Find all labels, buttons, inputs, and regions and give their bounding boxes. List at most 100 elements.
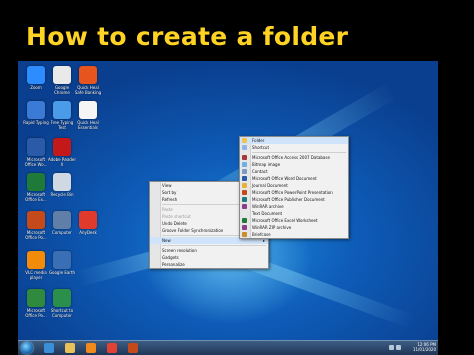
adobe-reader-x-icon xyxy=(53,138,71,156)
google-chrome-icon xyxy=(53,66,71,84)
new-item-journal-document[interactable]: Journal Document xyxy=(240,182,348,189)
free-typing-test-icon xyxy=(53,101,71,119)
menu-item-label: Contact xyxy=(252,169,268,174)
taskbar-powerpoint-icon[interactable] xyxy=(128,343,138,353)
menu-item-label: Gadgets xyxy=(162,255,179,260)
start-button[interactable] xyxy=(21,342,33,354)
menu-item-label: Microsoft Office Access 2007 Database xyxy=(252,155,330,160)
taskbar: 12:06 PM 11/01/2020 xyxy=(18,340,438,355)
new-item-folder[interactable]: Folder xyxy=(240,137,348,144)
shortcut-to-computer-icon xyxy=(53,289,71,307)
taskbar-file-explorer-icon[interactable] xyxy=(65,343,75,353)
menu-item-label: Personalize xyxy=(162,262,185,267)
desktop-icon-recycle-bin[interactable]: Recycle Bin xyxy=(47,173,77,197)
winrar-archive-icon xyxy=(242,204,247,209)
briefcase-icon xyxy=(242,232,247,237)
microsoft-office-powerpoint-presentation-icon xyxy=(242,190,247,195)
desktop-icon-google-earth[interactable]: Google Earth xyxy=(47,251,77,275)
text-document-icon xyxy=(242,211,247,216)
new-item-contact[interactable]: Contact xyxy=(240,168,348,175)
new-item-microsoft-office-access-2007-database[interactable]: Microsoft Office Access 2007 Database xyxy=(240,154,348,161)
windows-desktop[interactable]: Zoom Google Chrome Quick Heal Safe Banking… xyxy=(18,61,438,355)
new-item-shortcut[interactable]: Shortcut xyxy=(240,144,348,151)
winrar-zip-archive-icon xyxy=(242,225,247,230)
contact-icon xyxy=(242,169,247,174)
google-earth-icon xyxy=(53,251,71,269)
desktop-icon-quick-heal-safe-banking[interactable]: Quick Heal Safe Banking xyxy=(73,66,103,95)
menu-item-label: Refresh xyxy=(162,197,178,202)
rapid-typing-icon xyxy=(27,101,45,119)
menu-item-label: Undo Delete xyxy=(162,221,187,226)
microsoft-office-wo-icon xyxy=(27,138,45,156)
menu-item-label: Paste xyxy=(162,207,173,212)
menu-item-label: Text Document xyxy=(252,211,283,216)
menu-item-label: Sort by xyxy=(162,190,177,195)
microsoft-office-access-2007-database-icon xyxy=(242,155,247,160)
menu-item-label: Folder xyxy=(252,138,265,143)
menu-item-label: View xyxy=(162,183,172,188)
new-item-microsoft-office-excel-worksheet[interactable]: Microsoft Office Excel Worksheet xyxy=(240,217,348,224)
taskbar-internet-explorer-icon[interactable] xyxy=(44,343,54,353)
microsoft-office-po-icon xyxy=(27,289,45,307)
clock[interactable]: 12:06 PM 11/01/2020 xyxy=(413,342,436,352)
journal-document-icon xyxy=(242,183,247,188)
menu-item-screen-resolution[interactable]: Screen resolution xyxy=(150,247,268,254)
quick-heal-essentials-icon xyxy=(79,101,97,119)
anydesk-icon xyxy=(79,211,97,229)
new-item-bitmap-image[interactable]: Bitmap image xyxy=(240,161,348,168)
computer-icon xyxy=(53,211,71,229)
recycle-bin-icon xyxy=(53,173,71,191)
microsoft-office-excel-worksheet-icon xyxy=(242,218,247,223)
quick-heal-safe-banking-icon xyxy=(79,66,97,84)
microsoft-office-word-document-icon xyxy=(242,176,247,181)
desktop-icon-anydesk[interactable]: AnyDesk xyxy=(73,211,103,235)
menu-item-label: WinRAR archive xyxy=(252,204,284,209)
menu-item-label: Screen resolution xyxy=(162,248,197,253)
menu-separator xyxy=(252,152,346,153)
new-item-text-document[interactable]: Text Document xyxy=(240,210,348,217)
folder-icon xyxy=(242,138,247,143)
desktop-icon-quick-heal-essentials[interactable]: Quick Heal Essentials xyxy=(73,101,103,130)
menu-item-label: Microsoft Office Word Document xyxy=(252,176,317,181)
desktop-icon-label: AnyDesk xyxy=(79,230,97,235)
desktop-icon-label: Google Earth xyxy=(48,270,76,275)
microsoft-office-ex-icon xyxy=(27,173,45,191)
zoom-icon xyxy=(27,66,45,84)
menu-item-label: Groove Folder Synchronization xyxy=(162,228,224,233)
new-item-winrar-zip-archive[interactable]: WinRAR ZIP archive xyxy=(240,224,348,231)
menu-item-label: Microsoft Office PowerPoint Presentation xyxy=(252,190,333,195)
menu-item-personalize[interactable]: Personalize xyxy=(150,261,268,268)
menu-item-label: Journal Document xyxy=(252,183,288,188)
volume-icon[interactable] xyxy=(396,345,401,350)
desktop-icon-shortcut-to-computer[interactable]: Shortcut to Computer xyxy=(47,289,77,318)
network-icon[interactable] xyxy=(389,345,394,350)
bitmap-image-icon xyxy=(242,162,247,167)
microsoft-office-po-icon xyxy=(27,211,45,229)
clock-date: 11/01/2020 xyxy=(412,347,436,352)
menu-item-label: Microsoft Office Publisher Document xyxy=(252,197,325,202)
taskbar-chrome-icon[interactable] xyxy=(107,343,117,353)
desktop-icon-label: Quick Heal Safe Banking xyxy=(74,85,102,95)
desktop-icon-label: Recycle Bin xyxy=(50,192,74,197)
menu-item-label: Shortcut xyxy=(252,145,270,150)
microsoft-office-publisher-document-icon xyxy=(242,197,247,202)
vlc-media-player-icon xyxy=(27,251,45,269)
taskbar-media-player-icon[interactable] xyxy=(86,343,96,353)
menu-item-label: Microsoft Office Excel Worksheet xyxy=(252,218,318,223)
new-item-briefcase[interactable]: Briefcase xyxy=(240,231,348,238)
menu-item-gadgets[interactable]: Gadgets xyxy=(150,254,268,261)
new-item-winrar-archive[interactable]: WinRAR archive xyxy=(240,203,348,210)
menu-item-label: Bitmap image xyxy=(252,162,281,167)
slide-title: How to create a folder xyxy=(26,22,349,51)
menu-item-label: WinRAR ZIP archive xyxy=(252,225,292,230)
new-submenu: Folder Shortcut Microsoft Office Access 20… xyxy=(239,136,349,239)
new-item-microsoft-office-powerpoint-presentation[interactable]: Microsoft Office PowerPoint Presentation xyxy=(240,189,348,196)
desktop-icon-adobe-reader-x[interactable]: Adobe Reader X xyxy=(47,138,77,167)
menu-separator xyxy=(162,245,266,246)
menu-item-label: New xyxy=(162,238,171,243)
new-item-microsoft-office-publisher-document[interactable]: Microsoft Office Publisher Document xyxy=(240,196,348,203)
desktop-icon-label: Adobe Reader X xyxy=(47,157,77,167)
shortcut-icon xyxy=(242,145,247,150)
new-item-microsoft-office-word-document[interactable]: Microsoft Office Word Document xyxy=(240,175,348,182)
desktop-icon-label: Quick Heal Essentials xyxy=(77,120,99,130)
